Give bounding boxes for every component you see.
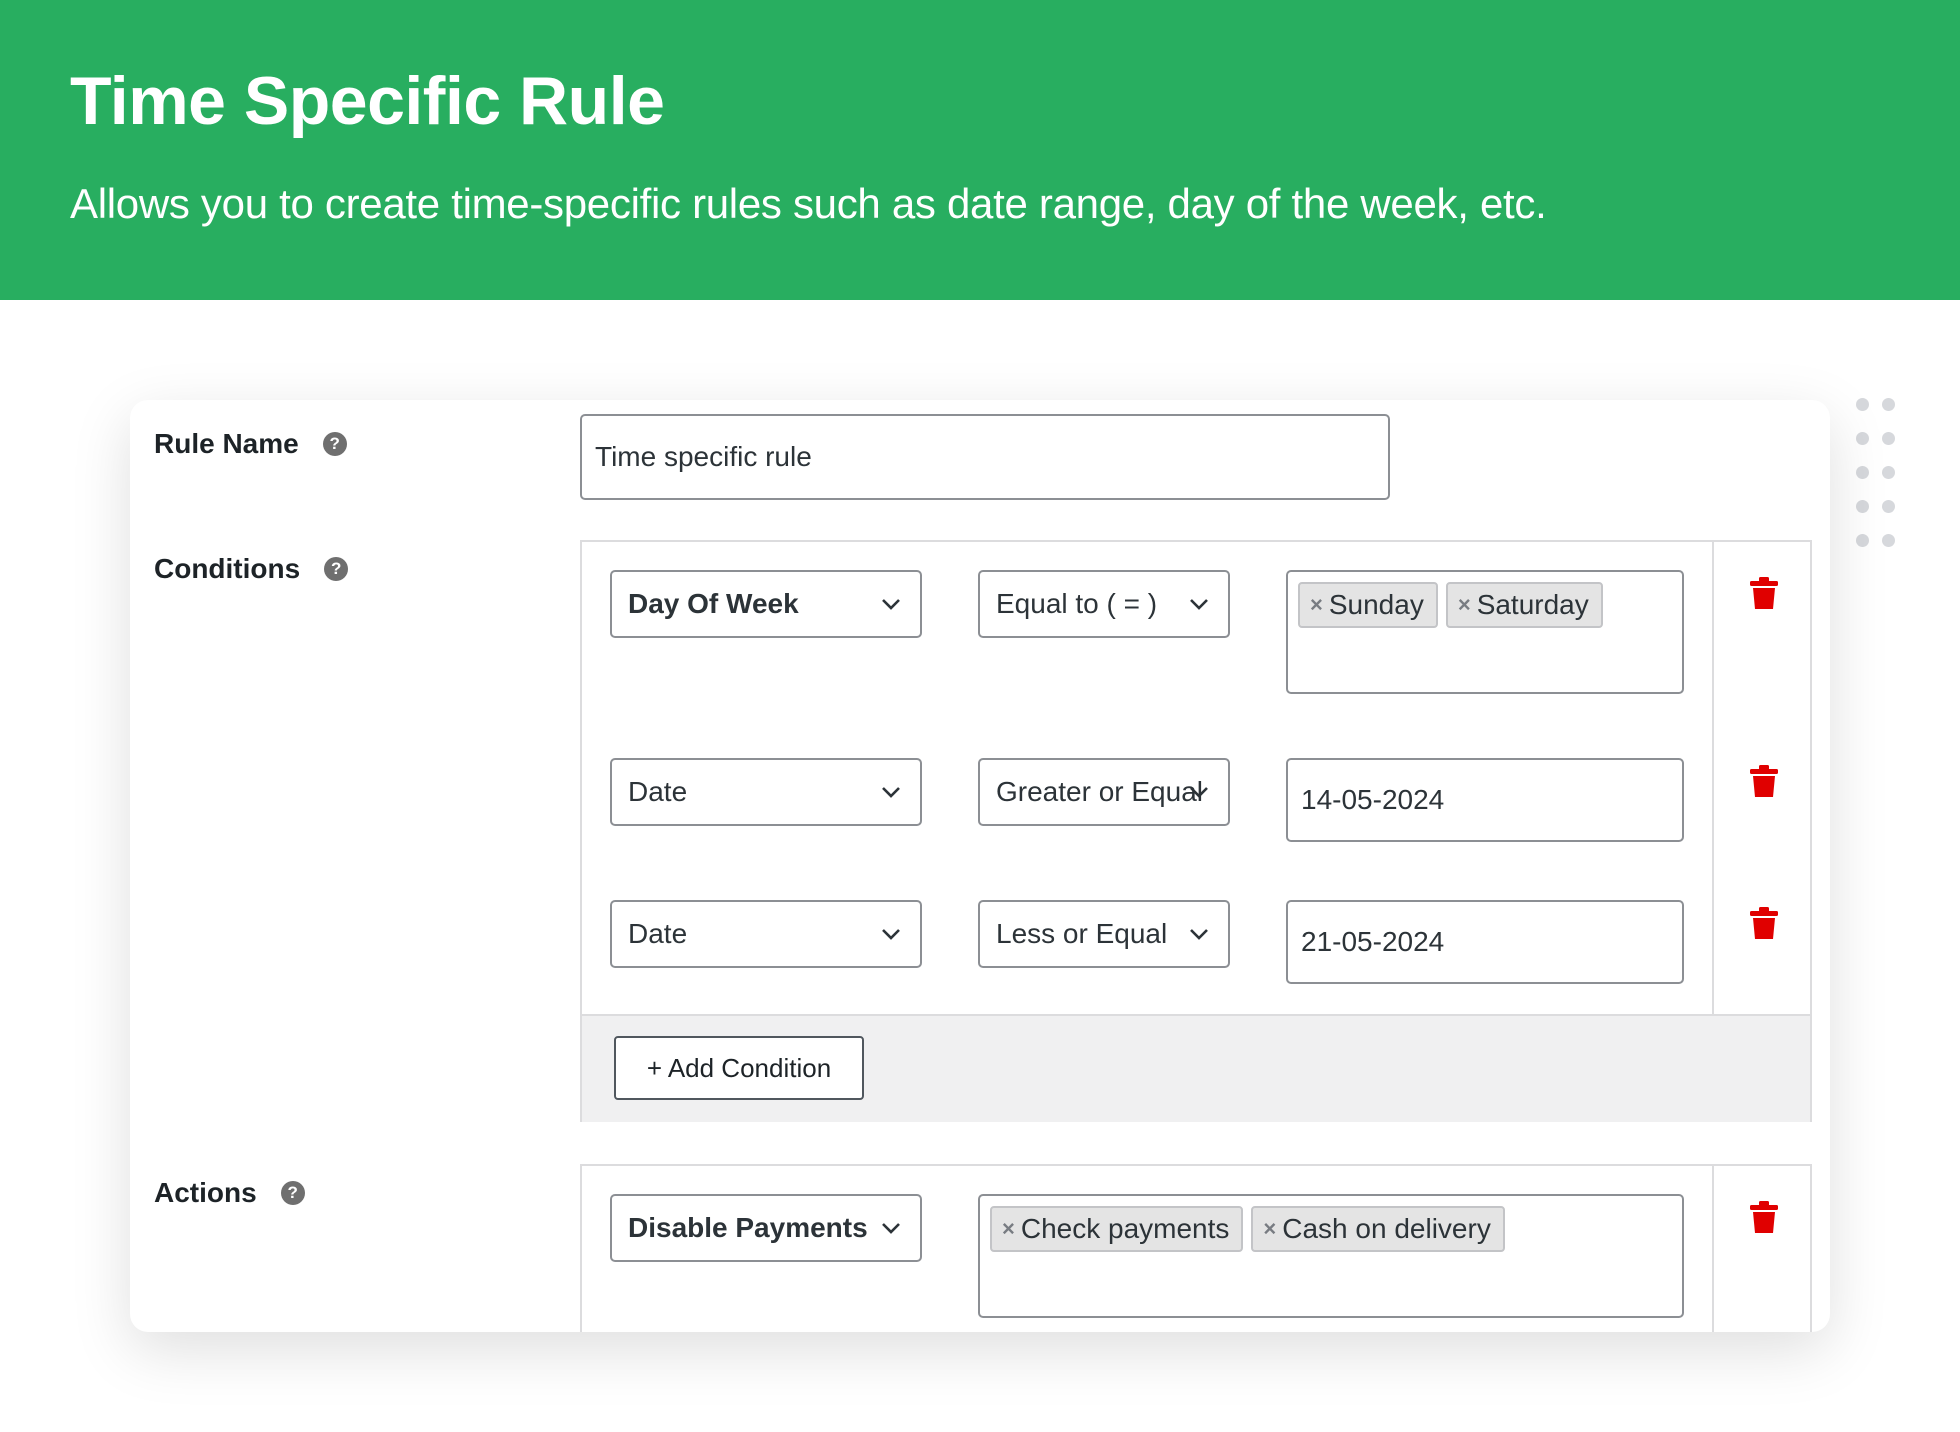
help-icon[interactable]: ? — [280, 1181, 305, 1205]
condition-field-select[interactable]: Date — [610, 758, 922, 826]
condition-value-multiselect[interactable]: × Sunday × Saturday — [1286, 570, 1684, 694]
rule-name-input[interactable]: Time specific rule — [580, 414, 1390, 500]
action-type-select[interactable]: Disable Payments — [610, 1194, 922, 1262]
selected-tag: × Saturday — [1445, 582, 1603, 628]
chevron-down-icon — [882, 599, 900, 610]
chevron-down-icon — [1190, 787, 1208, 798]
trash-icon[interactable] — [1749, 576, 1779, 610]
page-title: Time Specific Rule — [70, 63, 665, 139]
help-icon[interactable]: ? — [322, 432, 347, 456]
condition-field-select[interactable]: Date — [610, 900, 922, 968]
selected-tag: × Cash on delivery — [1251, 1206, 1505, 1252]
chevron-down-icon — [1190, 929, 1208, 940]
chevron-down-icon — [882, 1223, 900, 1234]
header-banner: Time Specific Rule Allows you to create … — [0, 0, 1960, 300]
actions-label: Actions ? — [154, 1177, 305, 1209]
conditions-label: Conditions ? — [154, 553, 349, 585]
actions-panel: Disable Payments × Check payments × Cash on… — [580, 1164, 1812, 1332]
condition-operator-select[interactable]: Less or Equal — [978, 900, 1230, 968]
selected-tag: × Check payments — [990, 1206, 1244, 1252]
condition-operator-select[interactable]: Greater or Equal — [978, 758, 1230, 826]
chevron-down-icon — [882, 787, 900, 798]
condition-date-input[interactable]: 14-05-2024 — [1286, 758, 1684, 842]
close-icon[interactable]: × — [1458, 592, 1471, 618]
conditions-panel: Day Of Week Equal to ( = ) × Sunday × Satur… — [580, 540, 1812, 1122]
close-icon[interactable]: × — [1263, 1216, 1276, 1242]
page-subtitle: Allows you to create time-specific rules… — [70, 180, 1547, 227]
selected-tag: × Sunday — [1298, 582, 1438, 628]
trash-icon[interactable] — [1749, 1200, 1779, 1234]
help-icon[interactable]: ? — [324, 557, 349, 581]
chevron-down-icon — [1190, 599, 1208, 610]
chevron-down-icon — [882, 929, 900, 940]
add-condition-button[interactable]: + Add Condition — [614, 1036, 864, 1100]
close-icon[interactable]: × — [1002, 1216, 1015, 1242]
close-icon[interactable]: × — [1310, 592, 1323, 618]
trash-icon[interactable] — [1749, 906, 1779, 940]
conditions-footer: + Add Condition — [582, 1014, 1810, 1122]
condition-field-select[interactable]: Day Of Week — [610, 570, 922, 638]
payment-methods-multiselect[interactable]: × Check payments × Cash on delivery — [978, 1194, 1684, 1318]
trash-icon[interactable] — [1749, 764, 1779, 798]
condition-date-input[interactable]: 21-05-2024 — [1286, 900, 1684, 984]
rule-name-label: Rule Name ? — [154, 428, 347, 460]
condition-operator-select[interactable]: Equal to ( = ) — [978, 570, 1230, 638]
rule-form-card: Rule Name ? Time specific rule Condition… — [130, 400, 1830, 1332]
